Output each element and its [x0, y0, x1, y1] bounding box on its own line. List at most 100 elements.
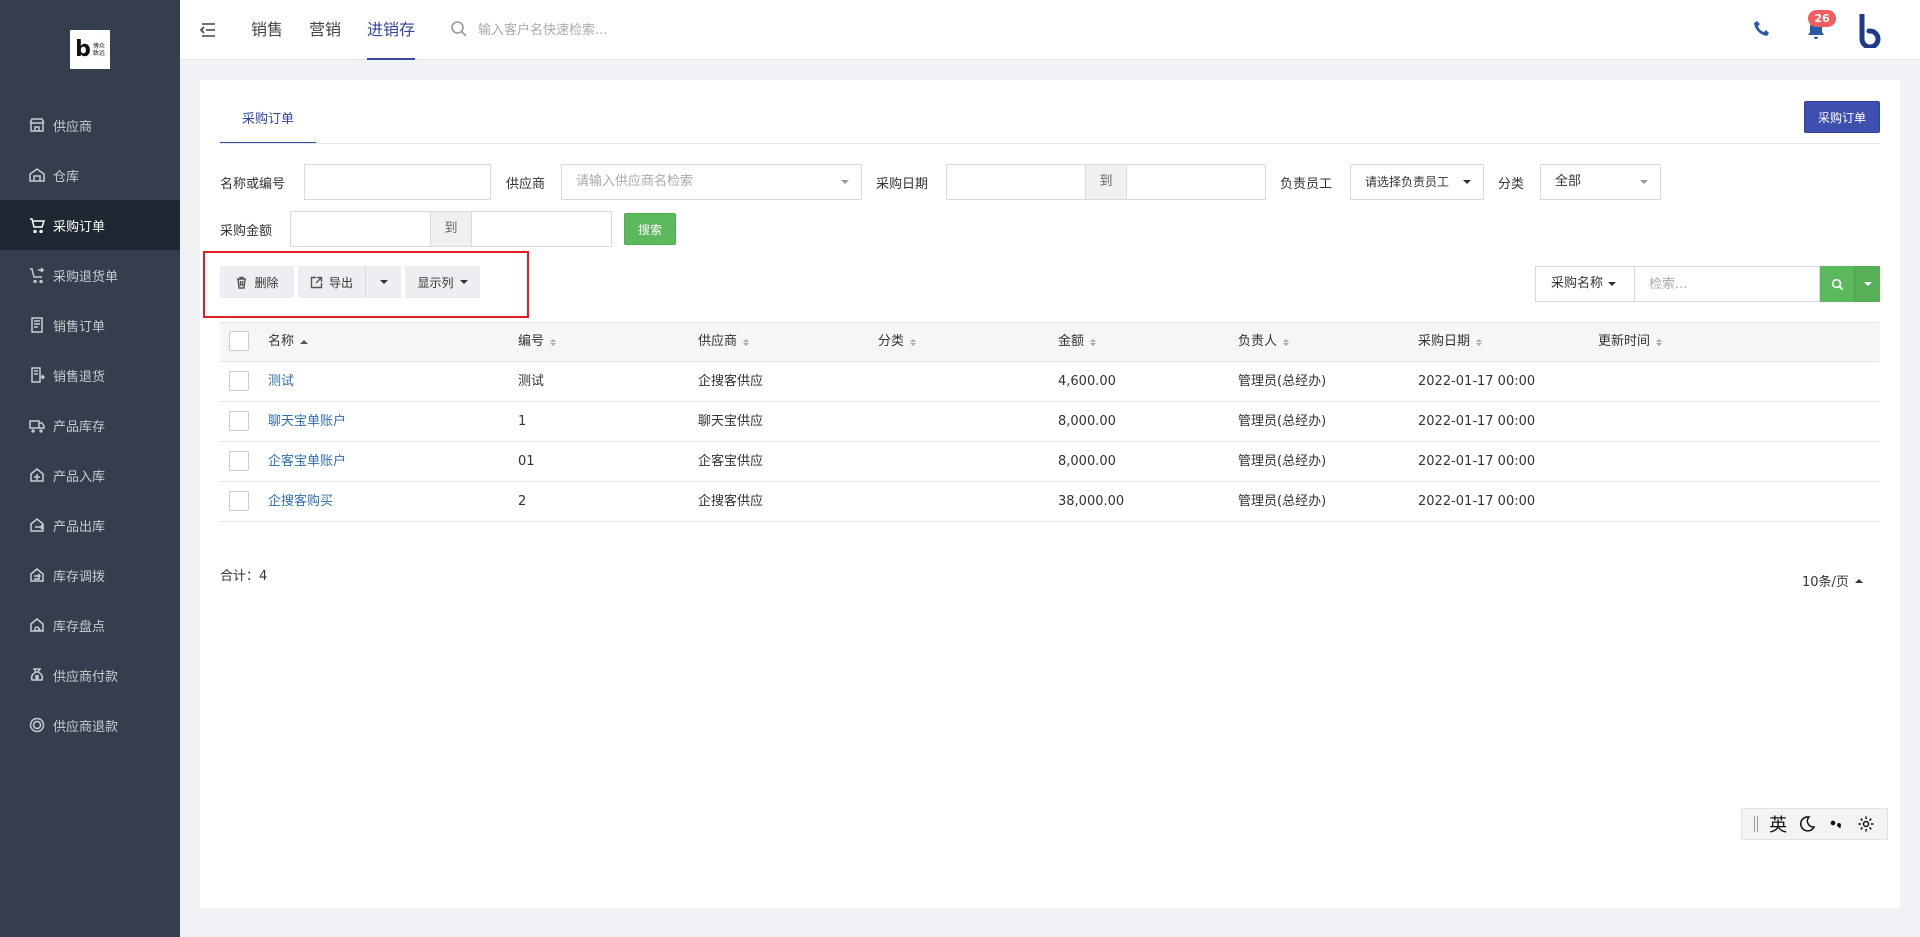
tab-purchase-order[interactable]: 采购订单 — [220, 100, 316, 144]
sidebar-item-supplier-payment[interactable]: 供应商付款 — [0, 650, 180, 700]
page-size-select[interactable]: 10条/页 — [1802, 571, 1863, 590]
row-checkbox[interactable] — [229, 451, 249, 471]
row-purchase-date: 2022-01-17 00:00 — [1418, 414, 1536, 429]
sidebar-item-label: 采购退货单 — [53, 269, 119, 285]
table-row[interactable]: 企搜客购买 2 企搜客供应 38,000.00 管理员(总经办) 2022-01… — [220, 482, 1880, 522]
top-nav: 销售 营销 进销存 — [251, 0, 441, 60]
brand-logo[interactable]: b 博众 致远 — [70, 30, 110, 69]
date-range-to-label: 到 — [1086, 164, 1126, 200]
purchase-date-end-input[interactable] — [1126, 164, 1266, 200]
sidebar-item-warehouse[interactable]: 仓库 — [0, 150, 180, 200]
row-checkbox[interactable] — [229, 491, 249, 511]
row-name-link[interactable]: 企搜客购买 — [268, 482, 333, 522]
column-header-code[interactable]: 编号 — [518, 323, 557, 361]
sidebar-item-label: 仓库 — [53, 169, 80, 185]
select-all-checkbox[interactable] — [229, 331, 249, 351]
sidebar-item-sales-order[interactable]: 销售订单 — [0, 300, 180, 350]
sort-icon — [1090, 338, 1097, 346]
customer-search-input[interactable] — [478, 18, 778, 42]
owner-select-placeholder: 请选择负责员工 — [1365, 175, 1450, 189]
quick-search-button[interactable] — [1820, 266, 1854, 302]
show-columns-button[interactable]: 显示列 — [405, 266, 480, 298]
drag-handle-icon[interactable] — [1753, 816, 1758, 832]
row-amount: 8,000.00 — [1058, 454, 1116, 469]
column-header-label: 分类 — [878, 334, 905, 349]
search-button[interactable]: 搜索 — [624, 213, 676, 245]
column-header-category[interactable]: 分类 — [878, 323, 917, 361]
category-select[interactable]: 全部 — [1540, 164, 1661, 200]
row-code: 2 — [518, 494, 527, 509]
menu-toggle-icon[interactable] — [198, 20, 218, 40]
transfer-icon — [28, 566, 46, 584]
row-supplier: 企搜客供应 — [698, 494, 764, 509]
export-button[interactable]: 导出 — [298, 266, 366, 298]
gear-icon[interactable] — [1857, 815, 1875, 833]
top-nav-sales[interactable]: 销售 — [251, 0, 283, 60]
page-size-label: 10条/页 — [1802, 575, 1849, 590]
row-amount: 8,000.00 — [1058, 414, 1116, 429]
sidebar-item-supplier[interactable]: 供应商 — [0, 100, 180, 150]
row-name-link[interactable]: 企客宝单账户 — [268, 442, 346, 482]
top-nav-inventory[interactable]: 进销存 — [367, 0, 416, 60]
row-owner: 管理员(总经办) — [1238, 414, 1327, 429]
cart-return-icon — [28, 266, 46, 284]
trash-icon — [237, 276, 247, 289]
new-purchase-order-button[interactable]: 采购订单 — [1804, 101, 1880, 133]
column-header-label: 名称 — [268, 334, 295, 349]
column-header-supplier[interactable]: 供应商 — [698, 323, 750, 361]
sidebar-item-product-outbound[interactable]: 产品出库 — [0, 500, 180, 550]
column-header-purchase-date[interactable]: 采购日期 — [1418, 323, 1483, 361]
column-header-owner[interactable]: 负责人 — [1238, 323, 1290, 361]
delete-button[interactable]: 删除 — [220, 266, 294, 298]
inventory-check-icon — [28, 616, 46, 634]
brand-b-logo-icon[interactable] — [1858, 14, 1886, 48]
sidebar-item-product-stock[interactable]: 产品库存 — [0, 400, 180, 450]
export-dropdown-toggle[interactable] — [366, 266, 401, 298]
table-row[interactable]: 聊天宝单账户 1 聊天宝供应 8,000.00 管理员(总经办) 2022-01… — [220, 402, 1880, 442]
row-code: 1 — [518, 414, 527, 429]
row-name-link[interactable]: 聊天宝单账户 — [268, 402, 346, 442]
purchase-date-start-input[interactable] — [946, 164, 1086, 200]
total-count: 合计：4 — [220, 569, 268, 584]
sidebar-item-purchase-order[interactable]: 采购订单 — [0, 200, 180, 250]
notification-badge: 26 — [1808, 10, 1836, 27]
row-owner: 管理员(总经办) — [1238, 494, 1327, 509]
sort-icon — [1283, 338, 1290, 346]
sidebar-item-stock-check[interactable]: 库存盘点 — [0, 600, 180, 650]
row-name-link[interactable]: 测试 — [268, 362, 294, 402]
quick-search-dropdown-toggle[interactable] — [1854, 266, 1880, 302]
moon-icon[interactable] — [1798, 815, 1816, 833]
amount-min-input[interactable] — [290, 211, 431, 247]
content-card: 采购订单 采购订单 名称或编号 供应商 请输入供应商名检索 采购日期 到 负责员… — [200, 80, 1900, 908]
column-header-name[interactable]: 名称 — [268, 323, 309, 361]
column-header-amount[interactable]: 金额 — [1058, 323, 1097, 361]
store-icon — [28, 116, 46, 134]
row-checkbox[interactable] — [229, 411, 249, 431]
row-checkbox[interactable] — [229, 371, 249, 391]
top-bar: 销售 营销 进销存 26 — [180, 0, 1920, 60]
supplier-select[interactable]: 请输入供应商名检索 — [561, 164, 862, 200]
quick-filter-input[interactable] — [1634, 266, 1820, 302]
sidebar-item-supplier-refund[interactable]: 供应商退款 — [0, 700, 180, 750]
sidebar-item-purchase-return[interactable]: 采购退货单 — [0, 250, 180, 300]
row-owner: 管理员(总经办) — [1238, 454, 1327, 469]
punctuation-icon[interactable] — [1828, 815, 1846, 833]
column-header-updated-time[interactable]: 更新时间 — [1598, 323, 1663, 361]
quick-filter-field-select[interactable]: 采购名称 — [1535, 266, 1635, 302]
row-amount: 38,000.00 — [1058, 494, 1125, 509]
row-supplier: 企搜客供应 — [698, 374, 764, 389]
name-or-code-input[interactable] — [304, 164, 491, 200]
sidebar: b 博众 致远 供应商 仓库 采购订单 采购退货单 销售订单 销售退货 产品库存… — [0, 0, 180, 937]
sidebar-item-product-inbound[interactable]: 产品入库 — [0, 450, 180, 500]
category-select-value: 全部 — [1555, 174, 1582, 189]
amount-max-input[interactable] — [471, 211, 612, 247]
table-row[interactable]: 测试 测试 企搜客供应 4,600.00 管理员(总经办) 2022-01-17… — [220, 362, 1880, 402]
ime-language-toggle[interactable]: 英 — [1769, 811, 1787, 837]
sidebar-item-stock-transfer[interactable]: 库存调拨 — [0, 550, 180, 600]
table-row[interactable]: 企客宝单账户 01 企客宝供应 8,000.00 管理员(总经办) 2022-0… — [220, 442, 1880, 482]
phone-icon[interactable] — [1752, 19, 1772, 39]
top-nav-marketing[interactable]: 营销 — [309, 0, 341, 60]
sidebar-item-sales-return[interactable]: 销售退货 — [0, 350, 180, 400]
purchase-amount-label: 采购金额 — [220, 224, 273, 239]
owner-select[interactable]: 请选择负责员工 — [1350, 164, 1484, 200]
